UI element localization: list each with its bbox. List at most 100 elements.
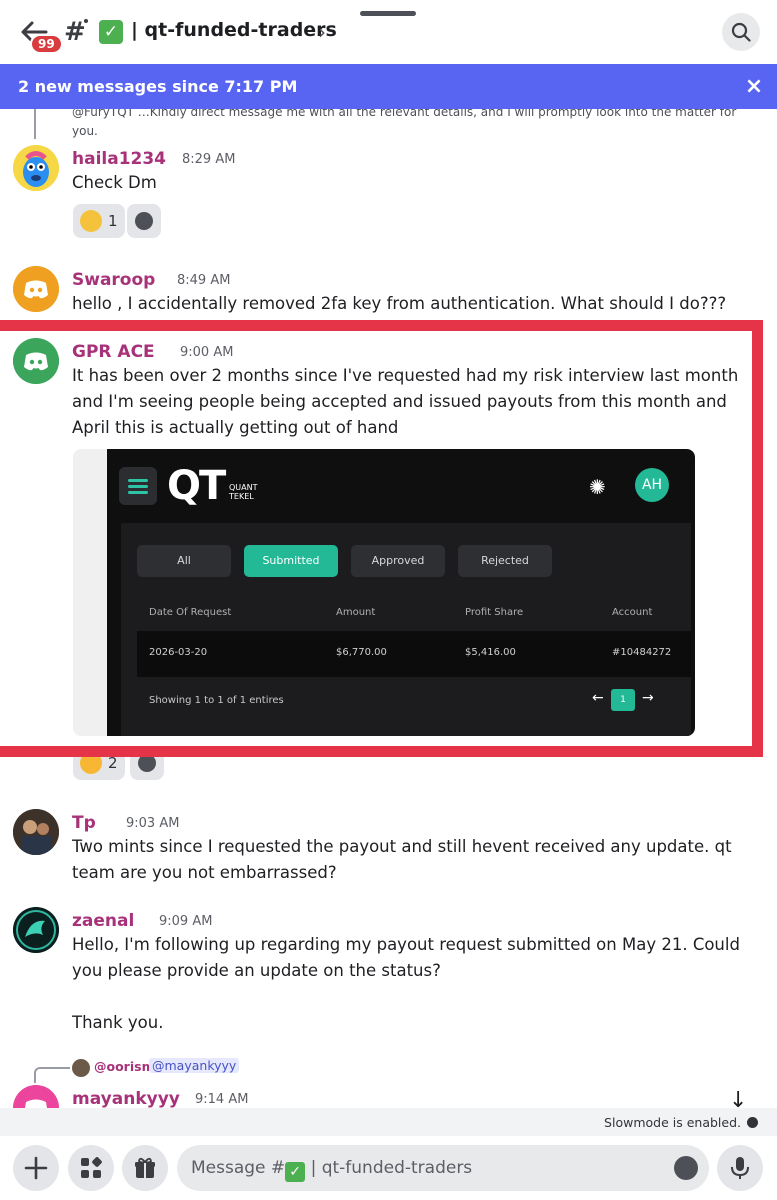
pensive-face-icon bbox=[80, 210, 102, 232]
qt-dashboard-screenshot: QT QUANT TEKEL ✺ AH All Submitted Approve… bbox=[107, 449, 695, 736]
message-timestamp: 9:09 AM bbox=[159, 914, 213, 929]
reply-line bbox=[34, 1067, 70, 1083]
message-timestamp: 9:00 AM bbox=[180, 345, 234, 360]
photo-avatar-icon bbox=[13, 809, 59, 855]
column-header: Date Of Request bbox=[149, 607, 232, 618]
column-header: Profit Share bbox=[465, 607, 524, 618]
plus-icon bbox=[24, 1156, 48, 1180]
message-input[interactable]: Message # ✓ | qt-funded-traders bbox=[177, 1145, 709, 1191]
table-cell: $5,416.00 bbox=[465, 647, 516, 658]
message-text: Check Dm bbox=[72, 173, 157, 192]
message-composer: Message # ✓ | qt-funded-traders bbox=[0, 1136, 777, 1200]
add-reaction-button[interactable] bbox=[127, 204, 161, 238]
collision-icon bbox=[80, 752, 102, 774]
mention-pill[interactable]: @mayankyyy bbox=[149, 1058, 240, 1073]
table-cell: 2026-03-20 bbox=[149, 647, 208, 658]
avatar[interactable] bbox=[13, 145, 59, 191]
checkmark-emoji-icon: ✓ bbox=[285, 1162, 306, 1182]
reaction-pill[interactable]: 2 bbox=[73, 746, 125, 780]
tab-all: All bbox=[137, 545, 231, 577]
drag-handle[interactable] bbox=[360, 11, 416, 16]
table-cell: $6,770.00 bbox=[336, 647, 387, 658]
slowmode-bar: Slowmode is enabled. bbox=[0, 1108, 777, 1136]
reply-line bbox=[34, 109, 72, 139]
search-button[interactable] bbox=[722, 13, 760, 51]
avatar[interactable] bbox=[13, 338, 59, 384]
microphone-icon bbox=[731, 1157, 749, 1179]
voice-message-button[interactable] bbox=[717, 1145, 763, 1191]
lock-icon bbox=[82, 17, 90, 25]
dragon-avatar-icon bbox=[13, 907, 59, 953]
emoji-picker-icon[interactable] bbox=[674, 1156, 698, 1180]
qt-logo-subtitle: QUANT TEKEL bbox=[229, 483, 258, 501]
message-author[interactable]: zaenal bbox=[72, 911, 134, 931]
avatar bbox=[72, 1059, 90, 1077]
search-icon bbox=[731, 22, 751, 42]
slowmode-text: Slowmode is enabled. bbox=[604, 1115, 741, 1130]
qt-logo: QT bbox=[167, 463, 226, 509]
new-messages-bar[interactable]: 2 new messages since 7:17 PM × bbox=[0, 64, 777, 109]
cartoon-avatar-icon bbox=[13, 145, 59, 191]
avatar[interactable] bbox=[13, 1085, 59, 1109]
apps-icon bbox=[81, 1157, 102, 1178]
reaction-pill[interactable]: 1 bbox=[73, 204, 125, 238]
arrow-right-icon: → bbox=[642, 690, 654, 706]
discord-logo-icon bbox=[13, 1085, 59, 1109]
reaction-count: 1 bbox=[108, 212, 118, 230]
smiley-icon bbox=[138, 754, 156, 772]
chevron-right-icon[interactable]: › bbox=[318, 20, 326, 44]
column-header: Account bbox=[612, 607, 653, 618]
checkmark-emoji-icon: ✓ bbox=[99, 20, 123, 44]
tab-submitted: Submitted bbox=[244, 545, 338, 577]
message-text: Thank you. bbox=[72, 1013, 164, 1032]
replied-message-preview: @FuryTQT …Kindly direct message me with … bbox=[72, 109, 737, 138]
sun-icon: ✺ bbox=[589, 475, 606, 499]
message-timestamp: 9:14 AM bbox=[195, 1092, 249, 1107]
column-header: Amount bbox=[336, 607, 376, 618]
discord-logo-icon bbox=[13, 338, 59, 384]
add-reaction-button[interactable] bbox=[130, 746, 164, 780]
table-row: 2026-03-20 $6,770.00 $5,416.00 #10484272 bbox=[137, 631, 691, 677]
pagination-summary: Showing 1 to 1 of 1 entires bbox=[149, 695, 284, 706]
message-text: Hello, I'm following up regarding my pay… bbox=[72, 935, 740, 980]
avatar: AH bbox=[635, 468, 669, 502]
message-author[interactable]: Swaroop bbox=[72, 270, 155, 290]
tab-approved: Approved bbox=[351, 545, 445, 577]
new-messages-text: 2 new messages since 7:17 PM bbox=[18, 77, 298, 96]
apps-button[interactable] bbox=[68, 1145, 114, 1191]
close-icon[interactable]: × bbox=[740, 73, 768, 101]
message-text: Two mints since I requested the payout a… bbox=[72, 837, 732, 882]
replied-author[interactable]: @oorism bbox=[94, 1059, 155, 1074]
message-author[interactable]: haila1234 bbox=[72, 149, 166, 169]
message-timestamp: 8:29 AM bbox=[182, 152, 236, 167]
avatar[interactable] bbox=[13, 907, 59, 953]
clock-icon bbox=[747, 1117, 758, 1128]
message-author[interactable]: Tp bbox=[72, 813, 96, 833]
message-timestamp: 9:03 AM bbox=[126, 816, 180, 831]
reaction-count: 2 bbox=[108, 754, 118, 772]
message-timestamp: 8:49 AM bbox=[177, 273, 231, 288]
channel-header: 99 # ✓ | qt-funded-traders › bbox=[0, 0, 777, 64]
unread-badge: 99 bbox=[30, 34, 63, 54]
payout-panel: All Submitted Approved Rejected Date Of … bbox=[121, 523, 691, 736]
menu-icon bbox=[119, 467, 157, 505]
message-input-placeholder: Message # ✓ | qt-funded-traders bbox=[191, 1158, 473, 1182]
message-list[interactable]: @FuryTQT …Kindly direct message me with … bbox=[0, 109, 777, 1109]
add-attachment-button[interactable] bbox=[13, 1145, 59, 1191]
channel-name[interactable]: | qt-funded-traders bbox=[131, 19, 337, 41]
discord-logo-icon bbox=[13, 266, 59, 312]
gift-icon bbox=[135, 1157, 155, 1178]
message-author[interactable]: GPR ACE bbox=[72, 342, 155, 362]
avatar[interactable] bbox=[13, 809, 59, 855]
table-cell: #10484272 bbox=[612, 647, 672, 658]
tab-rejected: Rejected bbox=[458, 545, 552, 577]
message-author[interactable]: mayankyyy bbox=[72, 1089, 180, 1109]
attached-image[interactable]: QT QUANT TEKEL ✺ AH All Submitted Approve… bbox=[73, 449, 695, 736]
message-text: It has been over 2 months since I've req… bbox=[72, 366, 739, 437]
page-number: 1 bbox=[611, 689, 635, 711]
gift-button[interactable] bbox=[122, 1145, 168, 1191]
avatar[interactable] bbox=[13, 266, 59, 312]
smiley-icon bbox=[135, 212, 153, 230]
arrow-left-icon: ← bbox=[592, 690, 604, 706]
message-text: hello , I accidentally removed 2fa key f… bbox=[72, 294, 727, 313]
